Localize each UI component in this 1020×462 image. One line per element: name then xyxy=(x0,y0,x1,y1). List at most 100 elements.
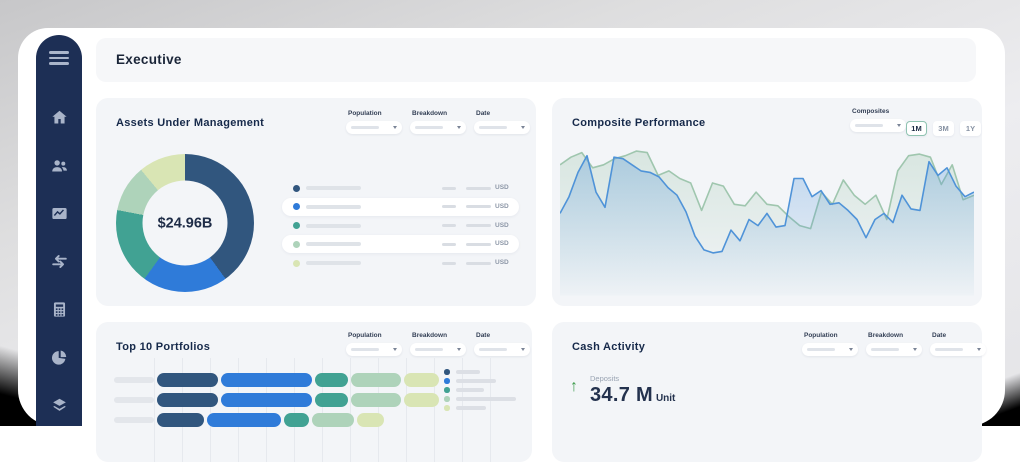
bar-segment-mint xyxy=(351,373,401,387)
filter-bar: Population Breakdown Date xyxy=(802,332,986,356)
chevron-down-icon xyxy=(897,124,901,127)
calculator-icon[interactable] xyxy=(44,294,74,324)
holdings-icon[interactable] xyxy=(44,390,74,420)
filter-breakdown: Breakdown xyxy=(410,110,466,134)
aum-total-value: $24.96B xyxy=(158,215,213,231)
clients-icon[interactable] xyxy=(44,150,74,180)
filter-select-population[interactable] xyxy=(346,121,402,134)
top10-legend-item xyxy=(444,369,524,375)
filter-select-date[interactable] xyxy=(474,121,530,134)
filter-bar: Composites xyxy=(850,108,906,132)
aum-legend-row: USD xyxy=(282,235,519,253)
legend-unit-label: USD xyxy=(495,184,509,191)
portfolio-name-placeholder xyxy=(114,417,154,423)
top10-legend-item xyxy=(444,396,524,402)
allocation-icon[interactable] xyxy=(44,342,74,372)
legend-name-placeholder xyxy=(306,224,361,228)
filter-select-date[interactable] xyxy=(930,343,986,356)
filter-select-population[interactable] xyxy=(802,343,858,356)
card-title: Assets Under Management xyxy=(116,117,264,129)
legend-dot-icon xyxy=(293,222,300,229)
filter-date: Date xyxy=(474,332,530,356)
legend-dot-icon xyxy=(444,387,450,393)
aum-legend-row: USD xyxy=(282,179,519,197)
bar-segment-pale xyxy=(404,393,440,407)
chevron-down-icon xyxy=(521,348,525,351)
legend-value-placeholder xyxy=(442,224,456,227)
composite-performance-chart[interactable] xyxy=(560,142,974,297)
filter-label: Population xyxy=(348,110,402,117)
legend-name-placeholder xyxy=(456,406,486,410)
range-button-1y[interactable]: 1Y xyxy=(960,121,981,136)
legend-dot-icon xyxy=(444,369,450,375)
bar-segment-teal xyxy=(315,393,348,407)
filter-select-composites[interactable] xyxy=(850,119,906,132)
legend-dot-icon xyxy=(293,241,300,248)
filter-select-breakdown[interactable] xyxy=(410,343,466,356)
bar-segment-teal xyxy=(315,373,348,387)
legend-name-placeholder xyxy=(306,242,361,246)
legend-value-placeholder xyxy=(442,205,456,208)
chevron-down-icon xyxy=(977,348,981,351)
aum-legend-row: USD xyxy=(282,198,519,216)
top10-legend-item xyxy=(444,387,524,393)
legend-value-placeholder xyxy=(466,187,491,190)
filter-composites: Composites xyxy=(850,108,906,132)
legend-dot-icon xyxy=(444,378,450,384)
legend-value-placeholder xyxy=(466,262,491,265)
chevron-down-icon xyxy=(393,126,397,129)
legend-name-placeholder xyxy=(456,388,484,392)
filter-bar: PopulationBreakdownDate xyxy=(346,332,530,356)
select-placeholder xyxy=(351,348,379,351)
up-arrow-icon: ↑ xyxy=(570,378,578,396)
top10-legend-item xyxy=(444,378,524,384)
bar-segment-teal xyxy=(284,413,309,427)
filter-population: Population xyxy=(802,332,858,356)
bar-segment-navy xyxy=(157,393,218,407)
filter-label: Population xyxy=(804,332,858,339)
chevron-down-icon xyxy=(393,348,397,351)
aum-donut-chart[interactable]: $24.96B xyxy=(116,154,254,292)
filter-label: Breakdown xyxy=(412,110,466,117)
bar-segment-pale xyxy=(357,413,385,427)
portfolio-bar-row xyxy=(96,413,516,427)
filter-label: Date xyxy=(476,332,530,339)
performance-icon[interactable] xyxy=(44,198,74,228)
legend-name-placeholder xyxy=(306,186,361,190)
select-placeholder xyxy=(871,348,899,351)
select-placeholder xyxy=(479,348,507,351)
filter-select-breakdown[interactable] xyxy=(866,343,922,356)
legend-value-placeholder xyxy=(466,224,491,227)
chevron-down-icon xyxy=(521,126,525,129)
legend-dot-icon xyxy=(444,396,450,402)
home-icon[interactable] xyxy=(44,102,74,132)
filter-breakdown: Breakdown xyxy=(866,332,922,356)
filter-select-population[interactable] xyxy=(346,343,402,356)
legend-dot-icon xyxy=(293,185,300,192)
card-cash-activity: Cash Activity PopulationBreakdownDate ↑ … xyxy=(552,322,982,462)
legend-dot-icon xyxy=(293,203,300,210)
range-button-1m[interactable]: 1M xyxy=(906,121,927,136)
transfers-icon[interactable] xyxy=(44,246,74,276)
filter-select-breakdown[interactable] xyxy=(410,121,466,134)
select-placeholder xyxy=(807,348,835,351)
top10-legend-item xyxy=(444,405,524,411)
deposits-value: 34.7 M xyxy=(590,384,653,407)
filter-label: Composites xyxy=(852,108,906,115)
filter-population: Population xyxy=(346,332,402,356)
sidebar xyxy=(36,35,82,426)
filter-label: Breakdown xyxy=(868,332,922,339)
legend-dot-icon xyxy=(293,260,300,267)
filter-select-date[interactable] xyxy=(474,343,530,356)
legend-unit-label: USD xyxy=(495,240,509,247)
legend-name-placeholder xyxy=(456,370,480,374)
aum-legend-row: USD xyxy=(282,217,519,235)
legend-value-placeholder xyxy=(442,262,456,265)
legend-value-placeholder xyxy=(442,187,456,190)
filter-label: Date xyxy=(932,332,986,339)
bar-segment-navy xyxy=(157,413,204,427)
menu-icon[interactable] xyxy=(49,51,69,65)
range-toggle-group: 1M 3M 1Y xyxy=(906,121,981,136)
range-button-3m[interactable]: 3M xyxy=(933,121,954,136)
bar-segment-pale xyxy=(404,373,440,387)
